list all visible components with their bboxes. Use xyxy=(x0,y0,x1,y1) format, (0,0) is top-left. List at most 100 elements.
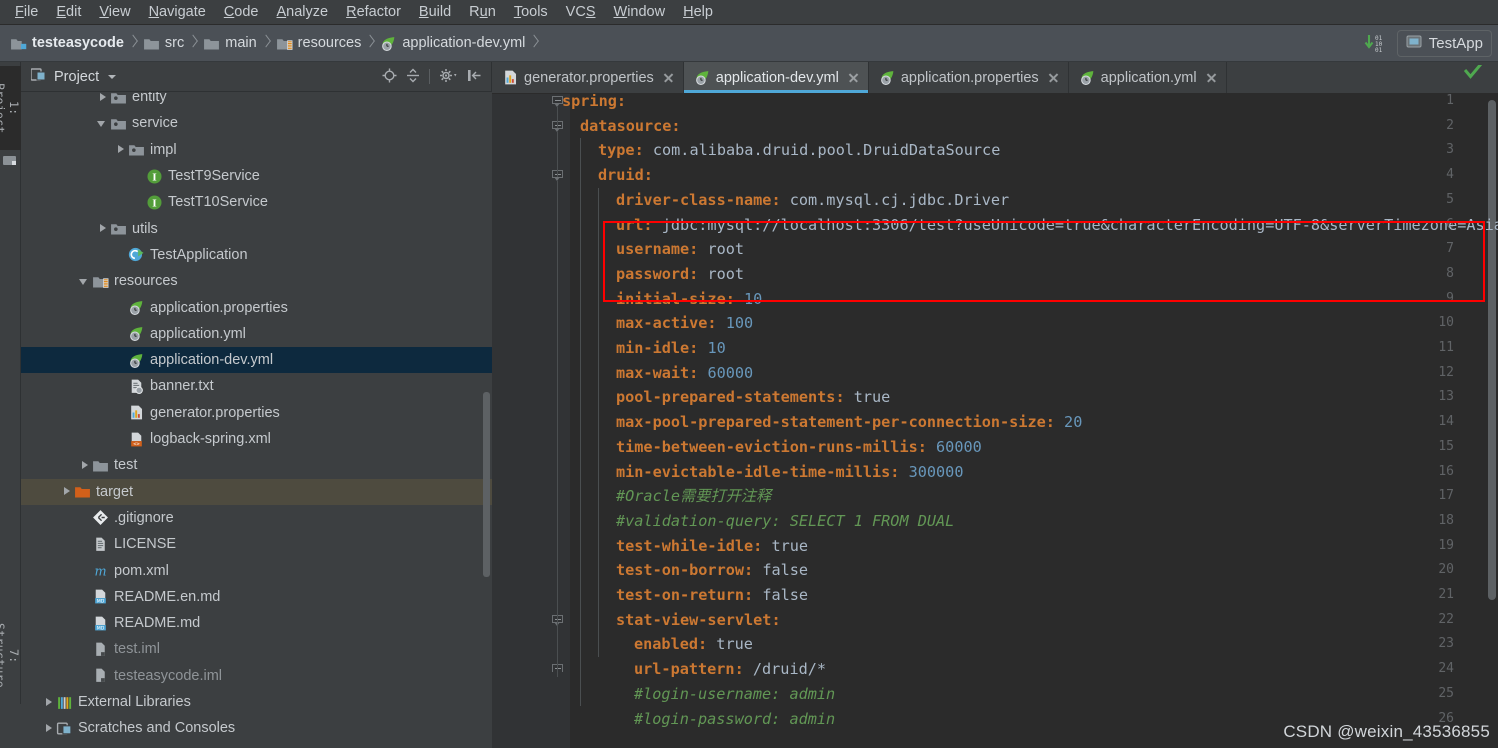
menu-item-run[interactable]: Run xyxy=(460,2,505,22)
download-binary-icon[interactable]: 01 10 01 xyxy=(1363,32,1389,54)
code-line[interactable]: #login-password: admin xyxy=(634,707,835,732)
fold-marker-icon[interactable] xyxy=(552,170,565,183)
code-line[interactable]: type: com.alibaba.druid.pool.DruidDataSo… xyxy=(598,138,1000,163)
tool-tab-project[interactable]: 1: Project xyxy=(0,66,21,150)
breadcrumb-testeasycode[interactable]: testeasycode xyxy=(6,25,126,61)
code-line[interactable]: password: root xyxy=(616,262,744,287)
close-tab-icon[interactable] xyxy=(1206,72,1217,83)
tree-item-service[interactable]: service xyxy=(21,110,492,136)
code-line[interactable]: time-between-eviction-runs-millis: 60000 xyxy=(616,435,982,460)
code-line[interactable]: min-idle: 10 xyxy=(616,336,726,361)
chevron-right-icon[interactable] xyxy=(79,460,90,471)
code-line[interactable]: #validation-query: SELECT 1 FROM DUAL xyxy=(616,509,954,534)
tree-item-readme-en-md[interactable]: MD README.en.md xyxy=(21,584,492,610)
tree-item-testt10service[interactable]: I TestT10Service xyxy=(21,189,492,215)
fold-marker-icon[interactable] xyxy=(552,120,565,134)
settings-gear-icon[interactable] xyxy=(439,68,458,86)
code-line[interactable]: #login-username: admin xyxy=(634,682,835,707)
editor-gutter[interactable] xyxy=(492,94,570,748)
code-line[interactable]: stat-view-servlet: xyxy=(616,608,781,633)
tree-item-pom-xml[interactable]: m pom.xml xyxy=(21,557,492,583)
code-line[interactable]: pool-prepared-statements: true xyxy=(616,385,890,410)
code-line[interactable]: test-on-borrow: false xyxy=(616,558,808,583)
project-tree[interactable]: Scratches and Consoles External Libraries… xyxy=(21,92,492,748)
menu-item-file[interactable]: File xyxy=(6,2,47,22)
tree-item-generator-properties[interactable]: generator.properties xyxy=(21,400,492,426)
code-line[interactable]: url: jdbc:mysql://localhost:3306/test?us… xyxy=(616,213,1498,238)
tool-tab-structure[interactable]: 7: Structure xyxy=(0,608,21,704)
inspection-ok-checkmark[interactable] xyxy=(1463,63,1483,79)
menu-item-view[interactable]: View xyxy=(90,2,139,22)
tree-item-testapplication[interactable]: TestApplication xyxy=(21,242,492,268)
chevron-right-icon[interactable] xyxy=(43,697,54,708)
run-configuration-selector[interactable]: TestApp xyxy=(1396,29,1492,57)
tree-item-testeasycode-iml[interactable]: testeasycode.iml xyxy=(21,663,492,689)
chevron-right-icon[interactable] xyxy=(115,144,126,155)
fold-marker-icon[interactable] xyxy=(552,614,565,628)
menu-item-tools[interactable]: Tools xyxy=(505,2,557,22)
tree-item-banner-txt[interactable]: banner.txt xyxy=(21,373,492,399)
menu-item-vcs[interactable]: VCS xyxy=(557,2,605,22)
tree-item-testt9service[interactable]: I TestT9Service xyxy=(21,163,492,189)
code-line[interactable]: driver-class-name: com.mysql.cj.jdbc.Dri… xyxy=(616,188,1009,213)
code-editor[interactable]: 1 spring: 2 datasource: 3 type: com.alibaba.d… xyxy=(492,94,1498,748)
collapse-all-icon[interactable] xyxy=(406,68,420,86)
close-tab-icon[interactable] xyxy=(848,72,859,83)
breadcrumb-application-dev-yml[interactable]: application-dev.yml xyxy=(376,25,527,61)
code-line[interactable]: min-evictable-idle-time-millis: 300000 xyxy=(616,460,963,485)
code-line[interactable]: test-on-return: false xyxy=(616,583,808,608)
chevron-right-icon[interactable] xyxy=(61,486,72,497)
menu-item-navigate[interactable]: Navigate xyxy=(140,2,215,22)
code-line[interactable]: spring: xyxy=(562,94,626,114)
menu-item-analyze[interactable]: Analyze xyxy=(268,2,338,22)
tree-item-impl[interactable]: impl xyxy=(21,137,492,163)
chevron-down-icon[interactable] xyxy=(108,74,117,79)
code-line[interactable]: initial-size: 10 xyxy=(616,287,762,312)
tree-item-application-dev-yml[interactable]: application-dev.yml xyxy=(21,347,492,374)
tree-item-resources[interactable]: resources xyxy=(21,268,492,294)
code-line[interactable]: enabled: true xyxy=(634,632,753,657)
breadcrumb-resources[interactable]: resources xyxy=(272,25,364,61)
close-tab-icon[interactable] xyxy=(1048,72,1059,83)
menu-item-edit[interactable]: Edit xyxy=(47,2,90,22)
tree-item-scratches-and-consoles[interactable]: Scratches and Consoles xyxy=(21,715,492,741)
code-line[interactable]: max-wait: 60000 xyxy=(616,361,753,386)
tree-item-readme-md[interactable]: MD README.md xyxy=(21,610,492,636)
editor-tab-application-yml[interactable]: application.yml xyxy=(1069,62,1227,93)
editor-tab-application-dev-yml[interactable]: application-dev.yml xyxy=(683,62,869,93)
code-line[interactable]: username: root xyxy=(616,237,744,262)
chevron-right-icon[interactable] xyxy=(97,92,108,103)
chevron-down-icon[interactable] xyxy=(97,118,108,129)
code-line[interactable]: max-pool-prepared-statement-per-connecti… xyxy=(616,410,1082,435)
tree-item--gitignore[interactable]: .gitignore xyxy=(21,505,492,531)
breadcrumb-main[interactable]: main xyxy=(199,25,258,61)
code-line[interactable]: test-while-idle: true xyxy=(616,534,808,559)
fold-end-marker-icon[interactable] xyxy=(552,664,565,677)
breadcrumb-src[interactable]: src xyxy=(139,25,186,61)
code-line[interactable]: druid: xyxy=(598,163,653,188)
code-line[interactable]: max-active: 100 xyxy=(616,311,753,336)
chevron-right-icon[interactable] xyxy=(43,723,54,734)
tree-item-application-yml[interactable]: application.yml xyxy=(21,321,492,347)
tree-item-target[interactable]: target xyxy=(21,478,492,505)
tree-item-entity[interactable]: entity xyxy=(21,92,492,110)
tree-item-external-libraries[interactable]: External Libraries xyxy=(21,689,492,715)
menu-item-build[interactable]: Build xyxy=(410,2,460,22)
tree-item-utils[interactable]: utils xyxy=(21,216,492,242)
menu-item-code[interactable]: Code xyxy=(215,2,268,22)
chevron-down-icon[interactable] xyxy=(79,276,90,287)
editor-tab-generator-properties[interactable]: generator.properties xyxy=(492,62,684,93)
menu-item-refactor[interactable]: Refactor xyxy=(337,2,410,22)
close-tab-icon[interactable] xyxy=(663,72,674,83)
locate-target-icon[interactable] xyxy=(382,68,397,86)
code-line[interactable]: datasource: xyxy=(580,114,681,139)
menu-item-help[interactable]: Help xyxy=(674,2,722,22)
tree-item-test-iml[interactable]: test.iml xyxy=(21,636,492,662)
editor-scrollbar[interactable] xyxy=(1488,100,1496,600)
tree-item-application-properties[interactable]: application.properties xyxy=(21,294,492,320)
hide-panel-icon[interactable] xyxy=(467,68,482,86)
editor-tab-application-properties[interactable]: application.properties xyxy=(869,62,1069,93)
project-tree-scrollbar[interactable] xyxy=(483,392,490,577)
tree-item-license[interactable]: LICENSE xyxy=(21,531,492,557)
tree-item-logback-spring-xml[interactable]: <> logback-spring.xml xyxy=(21,426,492,452)
